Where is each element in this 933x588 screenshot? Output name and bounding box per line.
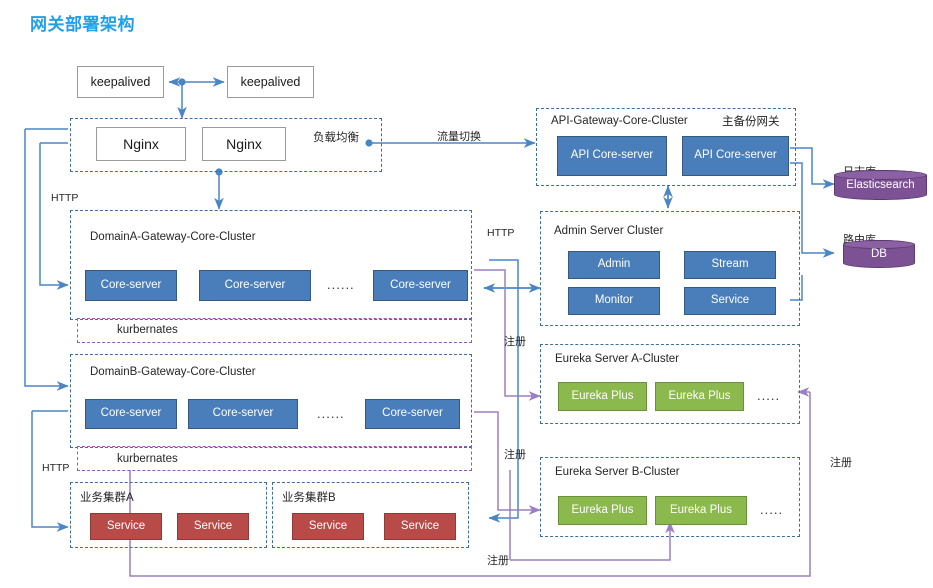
page-title: 网关部署架构 bbox=[30, 15, 135, 34]
register-label-1: 注册 bbox=[504, 336, 526, 348]
eureka-a-node-1[interactable]: Eureka Plus bbox=[558, 382, 647, 411]
load-balancer-label: 负载均衡 bbox=[313, 132, 359, 144]
business-a-service-2[interactable]: Service bbox=[177, 513, 249, 540]
architecture-diagram: 网关部署架构 keepalived keepalived 负载均衡 Nginx … bbox=[0, 0, 933, 588]
eureka-a-node-2[interactable]: Eureka Plus bbox=[655, 382, 744, 411]
business-cluster-a-label: 业务集群A bbox=[80, 492, 134, 504]
admin-node[interactable]: Admin bbox=[568, 251, 660, 279]
monitor-node[interactable]: Monitor bbox=[568, 287, 660, 315]
api-gateway-label: API-Gateway-Core-Cluster bbox=[551, 115, 688, 127]
domain-a-label: DomainA-Gateway-Core-Cluster bbox=[90, 231, 256, 243]
domain-b-core-server-2[interactable]: Core-server bbox=[188, 399, 298, 429]
domain-a-cluster bbox=[70, 210, 472, 320]
eureka-b-ellipsis: ..... bbox=[760, 502, 784, 517]
nginx-node-1[interactable]: Nginx bbox=[96, 127, 186, 161]
elasticsearch-datastore[interactable]: Elasticsearch bbox=[834, 170, 927, 200]
service-node[interactable]: Service bbox=[684, 287, 776, 315]
db-datastore[interactable]: DB bbox=[843, 240, 915, 268]
register-label-2: 注册 bbox=[504, 449, 526, 461]
business-a-service-1[interactable]: Service bbox=[90, 513, 162, 540]
domain-a-core-server-1[interactable]: Core-server bbox=[85, 270, 177, 301]
db-label: DB bbox=[871, 248, 887, 260]
elasticsearch-label: Elasticsearch bbox=[846, 179, 915, 191]
eureka-b-label: Eureka Server B-Cluster bbox=[555, 466, 680, 478]
domain-b-ellipsis: ...... bbox=[317, 406, 345, 421]
register-label-3: 注册 bbox=[830, 457, 852, 469]
domain-a-core-server-3[interactable]: Core-server bbox=[373, 270, 468, 301]
api-gateway-note: 主备份网关 bbox=[722, 116, 780, 128]
eureka-b-node-2[interactable]: Eureka Plus bbox=[655, 496, 747, 525]
domain-b-core-server-3[interactable]: Core-server bbox=[365, 399, 460, 429]
eureka-b-node-1[interactable]: Eureka Plus bbox=[558, 496, 647, 525]
admin-server-label: Admin Server Cluster bbox=[554, 225, 664, 237]
domain-b-core-server-1[interactable]: Core-server bbox=[85, 399, 177, 429]
register-label-4: 注册 bbox=[487, 555, 509, 567]
domain-b-kubernetes-label: kurbernates bbox=[117, 453, 178, 465]
keepalived-right-box[interactable]: keepalived bbox=[227, 66, 314, 98]
domain-a-core-server-2[interactable]: Core-server bbox=[199, 270, 311, 301]
http-label-mid-right: HTTP bbox=[487, 227, 515, 239]
nginx-node-2[interactable]: Nginx bbox=[202, 127, 286, 161]
keepalived-left-box[interactable]: keepalived bbox=[77, 66, 164, 98]
api-core-server-1[interactable]: API Core-server bbox=[557, 136, 667, 176]
stream-node[interactable]: Stream bbox=[684, 251, 776, 279]
domain-a-kubernetes-label: kurbernates bbox=[117, 324, 178, 336]
domain-b-label: DomainB-Gateway-Core-Cluster bbox=[90, 366, 256, 378]
business-b-service-2[interactable]: Service bbox=[384, 513, 456, 540]
eureka-a-ellipsis: ..... bbox=[757, 388, 781, 403]
http-label-top-left: HTTP bbox=[51, 192, 79, 204]
http-label-bottom-left: HTTP bbox=[42, 462, 70, 474]
business-cluster-b-label: 业务集群B bbox=[282, 492, 336, 504]
business-b-service-1[interactable]: Service bbox=[292, 513, 364, 540]
traffic-switch-label: 流量切换 bbox=[437, 131, 481, 143]
eureka-a-label: Eureka Server A-Cluster bbox=[555, 353, 679, 365]
api-core-server-2[interactable]: API Core-server bbox=[682, 136, 789, 176]
domain-a-ellipsis: ...... bbox=[327, 277, 355, 292]
